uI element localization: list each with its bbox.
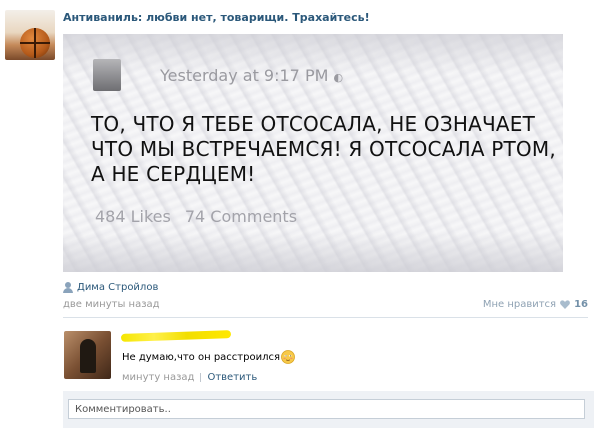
screenshot-timestamp: Yesterday at 9:17 PM ◐ (160, 66, 343, 85)
reply-link[interactable]: Ответить (207, 372, 257, 383)
group-avatar[interactable] (5, 10, 55, 60)
timestamp-text: Yesterday at 9:17 PM (160, 66, 329, 85)
screenshot-likes: 484 Likes (95, 207, 171, 226)
status-line-3: А НЕ СЕРДЦЕМ! (91, 162, 256, 186)
comments-divider (63, 317, 588, 318)
post-author[interactable]: Дима Стройлов (63, 282, 158, 293)
screenshot-stats: 484 Likes 74 Comments (95, 207, 297, 226)
commenter-name-redacted (120, 330, 232, 342)
comment-input[interactable]: Комментировать.. (68, 399, 585, 419)
comment-meta: минуту назад Ответить (122, 372, 257, 383)
author-name-link[interactable]: Дима Стройлов (77, 282, 158, 293)
commenter-avatar[interactable] (64, 331, 111, 379)
person-icon (63, 282, 73, 293)
screenshot-status-text: ТО, ЧТО Я ТЕБЕ ОТСОСАЛА, НЕ ОЗНАЧАЕТ ЧТО… (91, 112, 556, 187)
status-line-1: ТО, ЧТО Я ТЕБЕ ОТСОСАЛА, НЕ ОЗНАЧАЕТ (91, 112, 536, 136)
comment-text-content: Не думаю,что он расстроился (122, 351, 280, 363)
meta-separator (200, 373, 202, 382)
status-line-2: ЧТО МЫ ВСТРЕЧАЕМСЯ! Я ОТСОСАЛА РТОМ, (91, 137, 556, 161)
like-count: 16 (574, 299, 588, 310)
image-bottom-shade (63, 232, 563, 272)
globe-icon: ◐ (333, 71, 344, 84)
heart-icon (560, 300, 570, 309)
comment-text: Не думаю,что он расстроился (122, 350, 295, 364)
group-name-link[interactable]: Антиваниль: любви нет, товарищи. Трахайт… (63, 11, 370, 24)
comment-time[interactable]: минуту назад (122, 372, 194, 383)
commenter-photo-figure (80, 339, 96, 373)
screenshot-avatar (93, 59, 121, 91)
like-label: Мне нравится (482, 299, 557, 310)
like-button[interactable]: Мне нравится 16 (483, 299, 588, 310)
comment-form: Комментировать.. (63, 391, 594, 428)
post-image[interactable]: Yesterday at 9:17 PM ◐ ТО, ЧТО Я ТЕБЕ ОТ… (63, 34, 563, 272)
screenshot-comments: 74 Comments (184, 207, 298, 226)
post-time[interactable]: две минуты назад (63, 299, 160, 310)
basketball-image (20, 28, 50, 58)
blushing-emoji-icon (281, 350, 295, 364)
